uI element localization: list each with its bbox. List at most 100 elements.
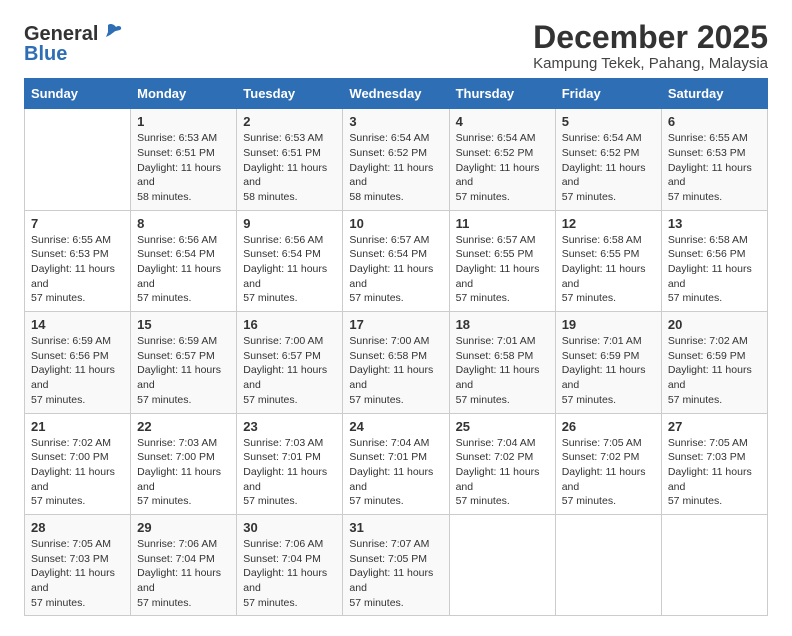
daylight-text-line2: 58 minutes. [349,190,442,205]
daylight-text-line1: Daylight: 11 hours and [31,262,124,291]
header-saturday: Saturday [661,79,767,109]
table-row: 17Sunrise: 7:00 AMSunset: 6:58 PMDayligh… [343,312,449,413]
table-row: 28Sunrise: 7:05 AMSunset: 7:03 PMDayligh… [25,514,131,615]
daylight-text-line1: Daylight: 11 hours and [137,161,230,190]
day-number: 22 [137,419,230,434]
daylight-text-line2: 57 minutes. [243,291,336,306]
daylight-text-line1: Daylight: 11 hours and [668,161,761,190]
sunset-text: Sunset: 6:55 PM [456,247,549,262]
sunset-text: Sunset: 7:00 PM [31,450,124,465]
table-row: 7 Sunrise: 6:55 AMSunset: 6:53 PMDaylight… [25,210,131,311]
sunset-text: Sunset: 6:59 PM [562,349,655,364]
daylight-text-line1: Daylight: 11 hours and [31,465,124,494]
daylight-text-line2: 57 minutes. [562,393,655,408]
daylight-text-line2: 58 minutes. [243,190,336,205]
table-row: 12Sunrise: 6:58 AMSunset: 6:55 PMDayligh… [555,210,661,311]
daylight-text-line2: 57 minutes. [456,291,549,306]
daylight-text-line1: Daylight: 11 hours and [562,262,655,291]
sunrise-text: Sunrise: 6:58 AM [668,233,761,248]
daylight-text-line2: 57 minutes. [349,596,442,611]
daylight-text-line2: 57 minutes. [243,494,336,509]
table-row: 10Sunrise: 6:57 AMSunset: 6:54 PMDayligh… [343,210,449,311]
daylight-text-line1: Daylight: 11 hours and [137,465,230,494]
daylight-text-line1: Daylight: 11 hours and [243,161,336,190]
daylight-text-line2: 57 minutes. [349,494,442,509]
day-number: 28 [31,520,124,535]
table-row [449,514,555,615]
daylight-text-line1: Daylight: 11 hours and [349,465,442,494]
table-row: 4Sunrise: 6:54 AMSunset: 6:52 PMDaylight… [449,109,555,210]
calendar-week-row: 7Sunrise: 6:55 AMSunset: 6:53 PMDaylight… [25,210,768,311]
day-number: 20 [668,317,761,332]
day-number: 19 [562,317,655,332]
table-row [25,109,131,210]
daylight-text-line2: 57 minutes. [668,291,761,306]
table-row: 5Sunrise: 6:54 AMSunset: 6:52 PMDaylight… [555,109,661,210]
table-row: 13Sunrise: 6:58 AMSunset: 6:56 PMDayligh… [661,210,767,311]
daylight-text-line2: 57 minutes. [31,291,124,306]
logo-general-text: General [24,24,98,44]
sunset-text: Sunset: 6:52 PM [456,146,549,161]
header-thursday: Thursday [449,79,555,109]
day-number: 6 [668,114,761,129]
table-row: 31Sunrise: 7:07 AMSunset: 7:05 PMDayligh… [343,514,449,615]
daylight-text-line2: 57 minutes. [31,393,124,408]
sunset-text: Sunset: 6:54 PM [349,247,442,262]
daylight-text-line1: Daylight: 11 hours and [31,566,124,595]
sunset-text: Sunset: 6:54 PM [137,247,230,262]
table-row: 8Sunrise: 6:56 AMSunset: 6:54 PMDaylight… [131,210,237,311]
sunset-text: Sunset: 6:51 PM [243,146,336,161]
sunset-text: Sunset: 6:52 PM [349,146,442,161]
table-row: 30Sunrise: 7:06 AMSunset: 7:04 PMDayligh… [237,514,343,615]
sunrise-text: Sunrise: 6:56 AM [243,233,336,248]
day-number: 27 [668,419,761,434]
calendar-week-row: 1Sunrise: 6:53 AMSunset: 6:51 PMDaylight… [25,109,768,210]
sunrise-text: Sunrise: 7:03 AM [137,436,230,451]
sunset-text: Sunset: 7:04 PM [137,552,230,567]
day-number: 14 [31,317,124,332]
sunset-text: Sunset: 6:53 PM [31,247,124,262]
daylight-text-line2: 57 minutes. [349,393,442,408]
daylight-text-line1: Daylight: 11 hours and [349,566,442,595]
sunrise-text: Sunrise: 6:55 AM [31,233,124,248]
day-number: 30 [243,520,336,535]
sunrise-text: Sunrise: 6:59 AM [137,334,230,349]
sunrise-text: Sunrise: 7:05 AM [562,436,655,451]
day-number: 1 [137,114,230,129]
sunrise-text: Sunrise: 6:58 AM [562,233,655,248]
sunrise-text: Sunrise: 7:06 AM [137,537,230,552]
sunrise-text: Sunrise: 7:04 AM [349,436,442,451]
sunrise-text: Sunrise: 7:02 AM [668,334,761,349]
daylight-text-line1: Daylight: 11 hours and [243,363,336,392]
daylight-text-line1: Daylight: 11 hours and [31,363,124,392]
daylight-text-line2: 57 minutes. [456,190,549,205]
daylight-text-line1: Daylight: 11 hours and [456,262,549,291]
sunset-text: Sunset: 6:51 PM [137,146,230,161]
sunrise-text: Sunrise: 6:56 AM [137,233,230,248]
sunrise-text: Sunrise: 7:05 AM [668,436,761,451]
daylight-text-line1: Daylight: 11 hours and [562,161,655,190]
sunrise-text: Sunrise: 6:54 AM [349,131,442,146]
page-header: General Blue December 2025 Kampung Tekek… [24,20,768,72]
day-number: 7 [31,216,124,231]
sunset-text: Sunset: 7:02 PM [456,450,549,465]
day-number: 29 [137,520,230,535]
header-sunday: Sunday [25,79,131,109]
table-row: 1Sunrise: 6:53 AMSunset: 6:51 PMDaylight… [131,109,237,210]
daylight-text-line2: 57 minutes. [243,596,336,611]
sunrise-text: Sunrise: 7:01 AM [456,334,549,349]
sunset-text: Sunset: 7:01 PM [243,450,336,465]
daylight-text-line1: Daylight: 11 hours and [349,363,442,392]
sunset-text: Sunset: 6:59 PM [668,349,761,364]
day-number: 12 [562,216,655,231]
day-number: 4 [456,114,549,129]
table-row: 15Sunrise: 6:59 AMSunset: 6:57 PMDayligh… [131,312,237,413]
daylight-text-line2: 57 minutes. [31,596,124,611]
day-number: 25 [456,419,549,434]
logo-bird-icon [100,23,122,41]
table-row: 19Sunrise: 7:01 AMSunset: 6:59 PMDayligh… [555,312,661,413]
sunrise-text: Sunrise: 7:00 AM [349,334,442,349]
day-number: 21 [31,419,124,434]
table-row: 27Sunrise: 7:05 AMSunset: 7:03 PMDayligh… [661,413,767,514]
daylight-text-line1: Daylight: 11 hours and [349,161,442,190]
